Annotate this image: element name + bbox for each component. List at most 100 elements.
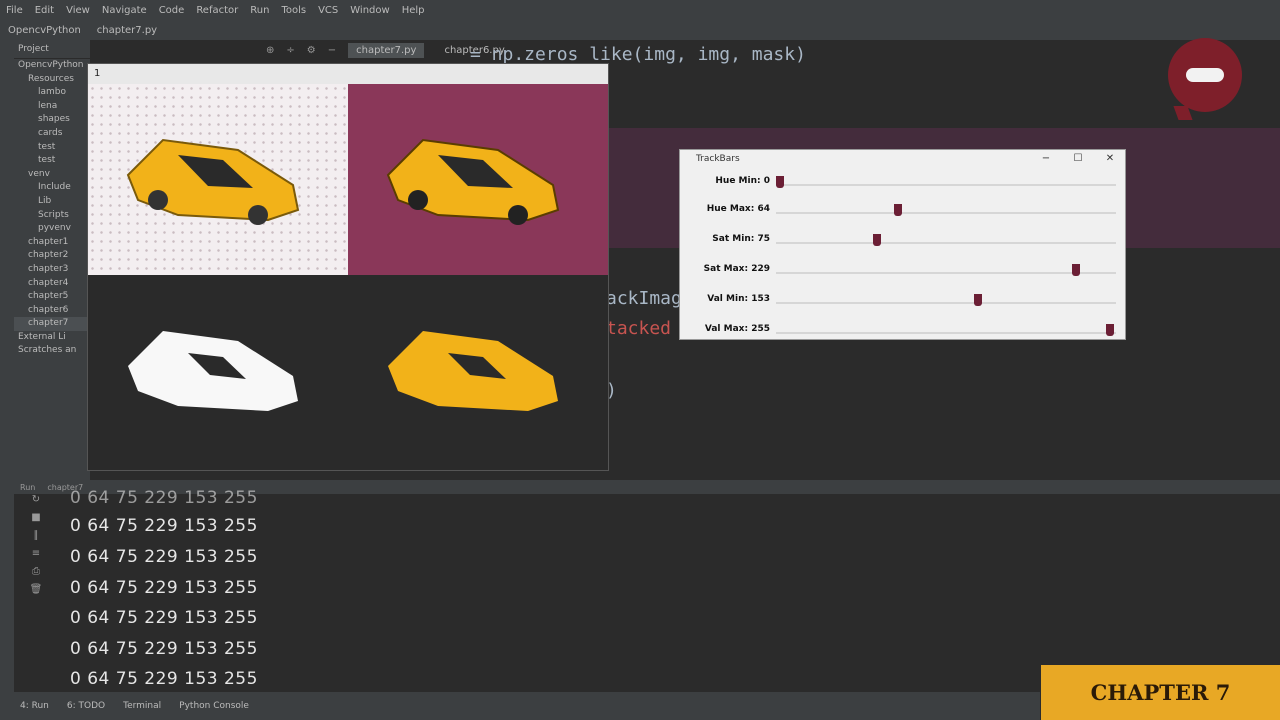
navigation-bar: OpencvPython chapter7.py xyxy=(0,20,1280,41)
trackbars-window[interactable]: TrackBars − ☐ ✕ Hue Min: 0 Hue Max: 64 Sat… xyxy=(680,150,1125,339)
trackbar-label: Sat Max: 229 xyxy=(703,264,770,274)
tree-item[interactable]: test xyxy=(14,141,90,155)
breadcrumb-file[interactable]: chapter7.py xyxy=(89,25,165,36)
close-icon[interactable]: ✕ xyxy=(1099,150,1121,168)
trackbar-row: Val Max: 255 xyxy=(680,318,1125,346)
gear-icon[interactable]: ⚙ xyxy=(307,45,316,56)
tree-item[interactable]: chapter5 xyxy=(14,290,90,304)
result-image xyxy=(348,275,608,470)
tree-item[interactable]: pyvenv xyxy=(14,222,90,236)
trackbar-row: Sat Min: 75 xyxy=(680,228,1125,256)
menu-code[interactable]: Code xyxy=(153,5,191,16)
original-image xyxy=(88,84,348,275)
hsv-image xyxy=(348,84,608,275)
minimize-icon[interactable]: − xyxy=(1035,150,1057,168)
tree-item[interactable]: chapter6 xyxy=(14,304,90,318)
maximize-icon[interactable]: ☐ xyxy=(1067,150,1089,168)
tree-item[interactable]: chapter3 xyxy=(14,263,90,277)
code-line-b[interactable]: tacked xyxy=(606,318,671,339)
run-tool-button[interactable]: 4: Run xyxy=(20,701,49,711)
tab-chapter7[interactable]: chapter7.py xyxy=(348,42,425,58)
soft-wrap-icon[interactable]: ≡ xyxy=(14,548,58,566)
collapse-icon[interactable]: ÷ xyxy=(286,45,294,56)
trackbar-row: Hue Max: 64 xyxy=(680,198,1125,226)
console-line: 0 64 75 229 153 255 xyxy=(70,639,258,659)
code-line-top[interactable]: = np.zeros_like(img, img, mask) xyxy=(470,44,806,65)
tree-item[interactable]: Include xyxy=(14,181,90,195)
project-panel: Project OpencvPython Resources lambo len… xyxy=(14,40,90,480)
menu-edit[interactable]: Edit xyxy=(29,5,60,16)
left-tool-strip xyxy=(0,40,14,700)
trackbar-track[interactable] xyxy=(776,332,1116,334)
menu-help[interactable]: Help xyxy=(396,5,431,16)
tree-item[interactable]: cards xyxy=(14,127,90,141)
trackbar-track[interactable] xyxy=(776,184,1116,186)
trackbar-label: Sat Min: 75 xyxy=(712,234,770,244)
tree-item[interactable]: Lib xyxy=(14,195,90,209)
console-line: 0 64 75 229 153 255 xyxy=(70,669,258,689)
car-hsv-image xyxy=(386,138,560,225)
tree-item[interactable]: shapes xyxy=(14,113,90,127)
trackbar-row: Hue Min: 0 xyxy=(680,170,1125,198)
trackbar-label: Val Max: 255 xyxy=(704,324,770,334)
tree-item[interactable]: lambo xyxy=(14,86,90,100)
trackbar-track[interactable] xyxy=(776,302,1116,304)
menu-tools[interactable]: Tools xyxy=(275,5,312,16)
menu-refactor[interactable]: Refactor xyxy=(190,5,244,16)
trackbar-thumb[interactable] xyxy=(893,204,902,216)
trash-icon[interactable]: 🗑 xyxy=(14,584,58,602)
menu-navigate[interactable]: Navigate xyxy=(96,5,153,16)
trackbar-label: Hue Min: 0 xyxy=(715,176,770,186)
tree-item[interactable]: chapter1 xyxy=(14,236,90,250)
chapter-badge: CHAPTER 7 xyxy=(1041,665,1280,720)
target-icon[interactable]: ⊕ xyxy=(266,45,274,56)
trackbar-thumb[interactable] xyxy=(974,294,982,306)
project-panel-header[interactable]: Project xyxy=(14,40,90,59)
tree-item[interactable]: Scripts xyxy=(14,209,90,223)
python-console-button[interactable]: Python Console xyxy=(179,701,249,711)
todo-tool-button[interactable]: 6: TODO xyxy=(67,701,105,711)
pause-icon[interactable]: ∥ xyxy=(14,530,58,548)
console-line: 0 64 75 229 153 255 xyxy=(70,608,258,628)
menu-run[interactable]: Run xyxy=(244,5,275,16)
trackbars-title: TrackBars xyxy=(696,154,740,164)
trackbar-thumb[interactable] xyxy=(873,234,882,246)
car-mask-image xyxy=(128,331,298,411)
code-line-a[interactable]: ackImag xyxy=(606,288,682,309)
menu-file[interactable]: File xyxy=(0,5,29,16)
trackbar-thumb[interactable] xyxy=(1072,264,1081,276)
terminal-tool-button[interactable]: Terminal xyxy=(123,701,161,711)
trackbar-thumb[interactable] xyxy=(776,176,784,188)
trackbar-thumb[interactable] xyxy=(1106,324,1114,336)
rerun-icon[interactable]: ↻ xyxy=(14,494,58,512)
run-tab-label[interactable]: Run xyxy=(20,483,35,492)
trackbar-track[interactable] xyxy=(776,272,1116,274)
console-line: 0 64 75 229 153 255 xyxy=(70,488,258,508)
trackbar-label: Hue Max: 64 xyxy=(706,204,770,214)
tree-item[interactable]: chapter2 xyxy=(14,249,90,263)
tree-item[interactable]: test xyxy=(14,154,90,168)
trackbar-row: Val Min: 153 xyxy=(680,288,1125,316)
tree-item[interactable]: chapter4 xyxy=(14,277,90,291)
tree-item[interactable]: lena xyxy=(14,100,90,114)
trackbar-track[interactable] xyxy=(776,212,1116,214)
tree-item[interactable]: External Li xyxy=(14,331,90,345)
tree-item[interactable]: venv xyxy=(14,168,90,182)
stop-icon[interactable]: ■ xyxy=(14,512,58,530)
breadcrumb-project[interactable]: OpencvPython xyxy=(0,25,89,36)
car-image xyxy=(126,138,300,225)
menu-window[interactable]: Window xyxy=(344,5,395,16)
print-icon[interactable]: ⎙ xyxy=(14,566,58,584)
tree-item[interactable]: Resources xyxy=(14,73,90,87)
console-line: 0 64 75 229 153 255 xyxy=(70,578,258,598)
tree-item[interactable]: OpencvPython xyxy=(14,59,90,73)
tree-item-selected[interactable]: chapter7 xyxy=(14,317,90,331)
trackbars-titlebar[interactable]: TrackBars − ☐ ✕ xyxy=(680,150,1125,168)
stacked-image-window[interactable]: 1 xyxy=(88,64,608,470)
trackbar-track[interactable] xyxy=(776,242,1116,244)
minimize-panel-icon[interactable]: − xyxy=(328,45,336,56)
tree-item[interactable]: Scratches an xyxy=(14,344,90,358)
menu-view[interactable]: View xyxy=(60,5,96,16)
menu-vcs[interactable]: VCS xyxy=(312,5,344,16)
image-window-titlebar[interactable]: 1 xyxy=(88,64,608,84)
